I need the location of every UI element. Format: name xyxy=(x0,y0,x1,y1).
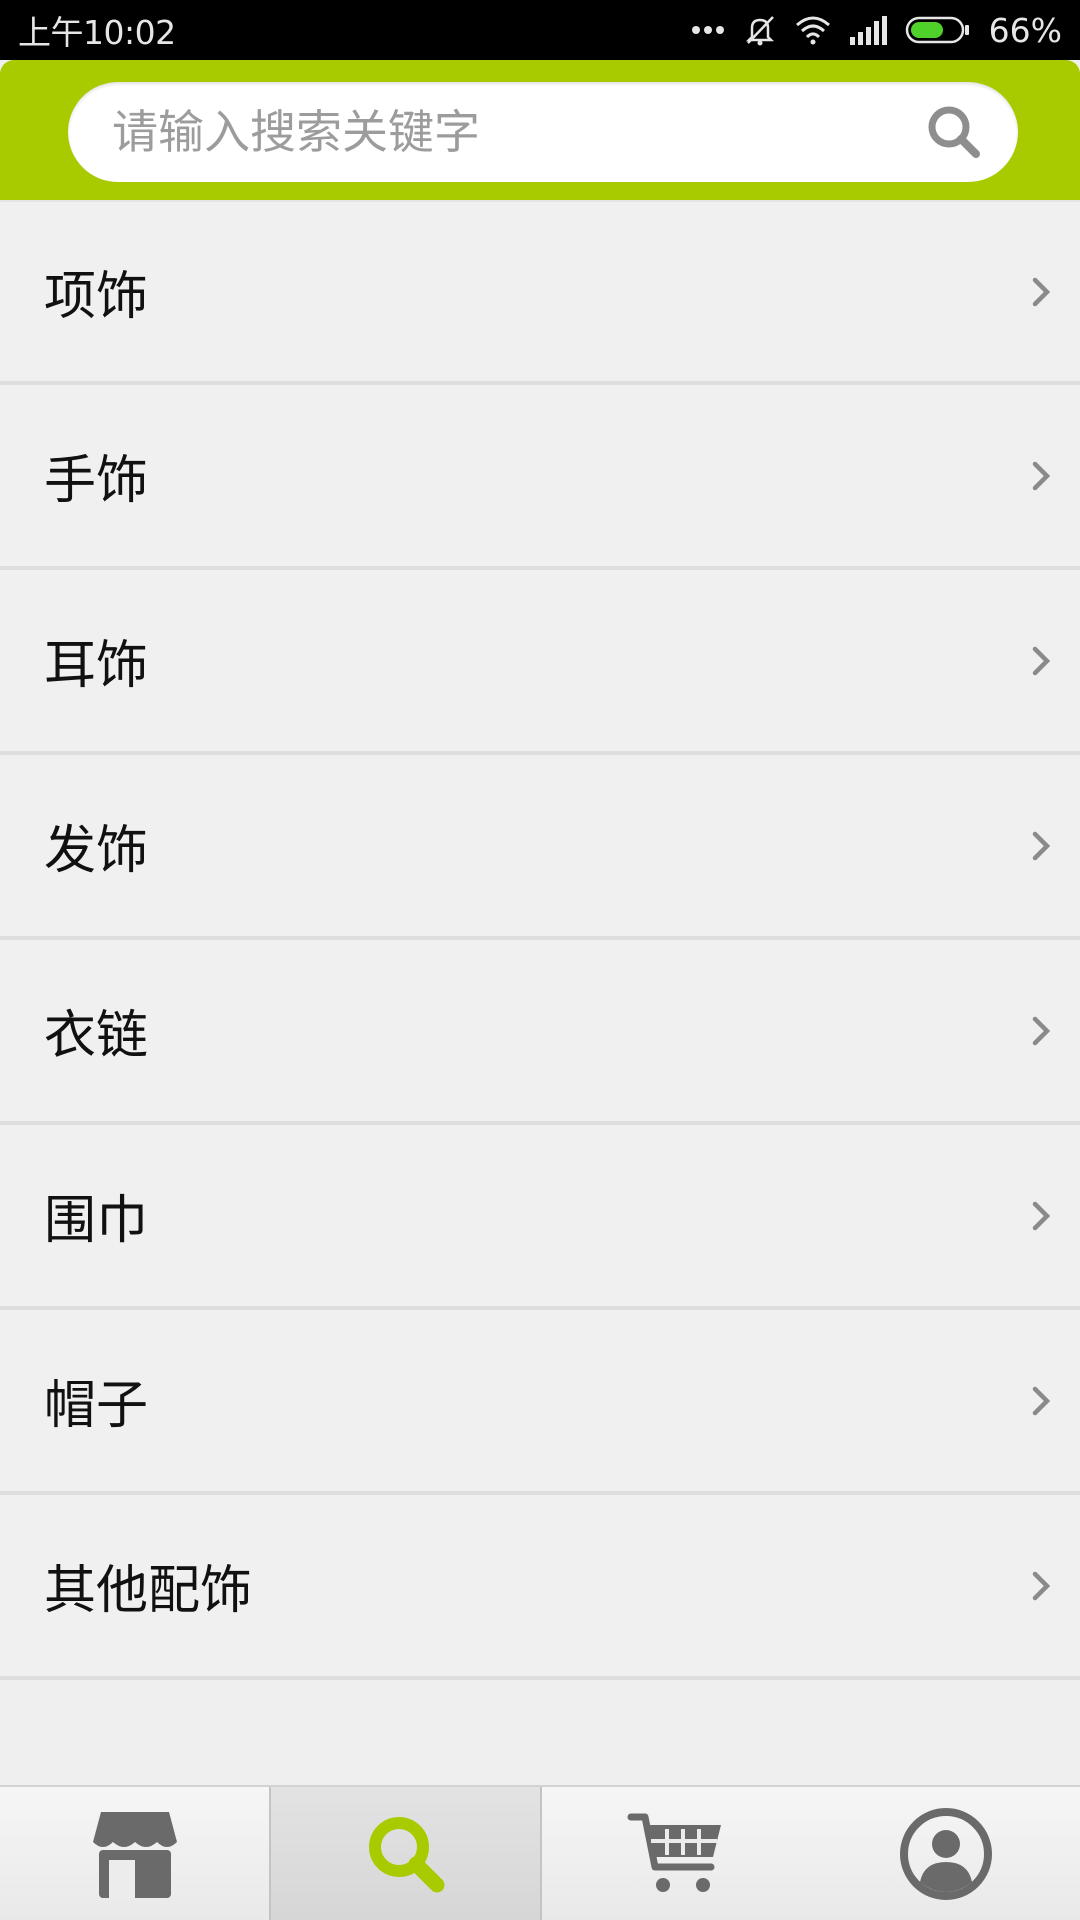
chevron-right-icon xyxy=(1032,646,1051,675)
bottom-tab-bar xyxy=(0,1785,1080,1920)
category-item[interactable]: 项饰 xyxy=(0,200,1080,385)
mute-icon xyxy=(745,16,774,46)
chevron-right-icon xyxy=(1032,277,1051,306)
signal-icon xyxy=(849,16,887,45)
search-icon xyxy=(368,1816,444,1892)
search-icon xyxy=(928,106,980,158)
search-box xyxy=(68,82,1018,182)
tab-profile[interactable] xyxy=(811,1787,1080,1920)
category-label: 围巾 xyxy=(44,1191,149,1251)
more-dots-icon xyxy=(691,26,724,34)
category-item[interactable]: 其他配饰 xyxy=(0,1495,1080,1680)
chevron-right-icon xyxy=(1032,461,1051,490)
chevron-right-icon xyxy=(1032,1201,1051,1230)
tab-cart[interactable] xyxy=(542,1787,811,1920)
category-item[interactable]: 围巾 xyxy=(0,1125,1080,1310)
category-label: 其他配饰 xyxy=(44,1561,253,1621)
status-icons: 66% xyxy=(691,11,1062,50)
category-item[interactable]: 衣链 xyxy=(0,940,1080,1125)
category-label: 衣链 xyxy=(44,1006,149,1066)
tab-search[interactable] xyxy=(269,1787,542,1920)
status-time: 上午10:02 xyxy=(18,13,176,52)
battery-icon xyxy=(905,16,969,44)
user-icon xyxy=(899,1807,992,1900)
cart-icon xyxy=(627,1813,721,1892)
category-item[interactable]: 发饰 xyxy=(0,755,1080,940)
header xyxy=(0,60,1080,200)
wifi-icon xyxy=(795,16,830,45)
category-label: 手饰 xyxy=(44,451,149,511)
chevron-right-icon xyxy=(1032,831,1051,860)
search-button[interactable] xyxy=(904,82,1004,182)
screen: 上午10:02 66% 请输入搜索关键字 项饰 手饰 耳饰 发饰 衣链 围巾 帽… xyxy=(0,0,1080,1920)
category-label: 耳饰 xyxy=(44,636,149,696)
search-input[interactable] xyxy=(68,82,904,182)
chevron-right-icon xyxy=(1032,1016,1051,1045)
status-bar: 上午10:02 66% xyxy=(0,0,1080,60)
category-label: 项饰 xyxy=(44,267,149,327)
category-label: 发饰 xyxy=(44,821,149,881)
category-item[interactable]: 帽子 xyxy=(0,1310,1080,1495)
battery-percent: 66% xyxy=(988,10,1062,50)
tab-store[interactable] xyxy=(0,1787,269,1920)
category-item[interactable]: 手饰 xyxy=(0,385,1080,570)
category-label: 帽子 xyxy=(44,1376,149,1436)
chevron-right-icon xyxy=(1032,1386,1051,1415)
category-list: 项饰 手饰 耳饰 发饰 衣链 围巾 帽子 其他配饰 xyxy=(0,200,1080,1680)
store-icon xyxy=(92,1811,177,1898)
category-item[interactable]: 耳饰 xyxy=(0,570,1080,755)
chevron-right-icon xyxy=(1032,1571,1051,1600)
